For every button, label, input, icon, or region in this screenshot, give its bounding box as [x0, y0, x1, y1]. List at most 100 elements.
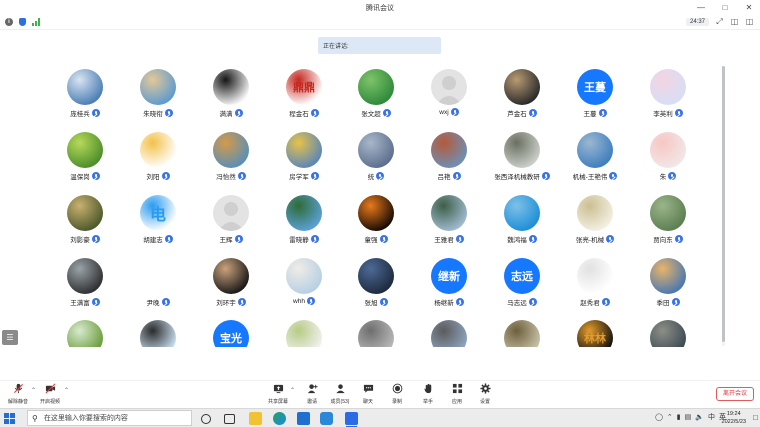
participant-tile[interactable]: 吕艳: [412, 131, 486, 191]
layout-grid-icon[interactable]: ◫: [730, 17, 739, 26]
members-button[interactable]: 成员(53): [325, 383, 355, 405]
avatar-text: 电: [149, 207, 166, 224]
notification-icon[interactable]: □: [753, 413, 758, 422]
participant-tile[interactable]: 张文超: [339, 68, 413, 128]
participant-tile[interactable]: 王辉: [194, 194, 268, 254]
participant-tile[interactable]: 机械-王艳伟: [558, 131, 632, 191]
participant-tile[interactable]: 王雅君: [412, 194, 486, 254]
participant-tile[interactable]: 张亮-机械: [558, 194, 632, 254]
fullscreen-icon[interactable]: ⤢: [715, 17, 724, 26]
shield-icon[interactable]: [19, 18, 26, 26]
task-view-icon[interactable]: [224, 414, 235, 424]
participant-tile[interactable]: [412, 319, 486, 347]
list-view-icon[interactable]: ☰: [2, 330, 18, 345]
avatar: [358, 69, 394, 105]
start-video-button[interactable]: 开启视频: [35, 383, 65, 405]
participant-tile[interactable]: [339, 319, 413, 347]
chat-button[interactable]: 聊天: [353, 383, 383, 405]
battery-icon[interactable]: ▮: [677, 413, 681, 421]
participant-tile[interactable]: 温保岗: [48, 131, 122, 191]
leave-meeting-button[interactable]: 离开会议: [716, 387, 754, 401]
chevron-up-icon[interactable]: ⌃: [667, 413, 673, 421]
mic-muted-icon: [306, 297, 315, 305]
participant-tile[interactable]: 张旭: [339, 257, 413, 317]
info-left: i: [5, 18, 40, 26]
raise-hand-button[interactable]: 举手: [413, 383, 443, 405]
chevron-up-icon[interactable]: ⌃: [64, 387, 69, 394]
meeting-info-icon[interactable]: i: [5, 18, 13, 26]
participant-tile[interactable]: 刘阳: [121, 131, 195, 191]
signal-icon[interactable]: [32, 18, 40, 26]
chevron-up-icon[interactable]: ⌃: [290, 387, 295, 394]
participant-tile[interactable]: 李英利: [631, 68, 705, 128]
file-explorer-icon[interactable]: [249, 412, 262, 425]
participant-tile[interactable]: 尹晚: [121, 257, 195, 317]
search-icon: ⚲: [32, 413, 38, 423]
participant-tile[interactable]: 宝光: [194, 319, 268, 347]
mic-muted-icon: [164, 109, 173, 117]
record-button[interactable]: 录制: [382, 383, 412, 405]
invite-button[interactable]: 邀请: [297, 383, 327, 405]
maximize-icon[interactable]: □: [720, 2, 730, 12]
participant-tile[interactable]: whh: [267, 257, 341, 317]
participant-tile[interactable]: 统: [339, 131, 413, 191]
mic-muted-icon: [528, 109, 537, 117]
participant-tile[interactable]: 电胡建志: [121, 194, 195, 254]
participant-name-row: 魏鸿福: [485, 234, 559, 244]
participant-tile[interactable]: 魏鸿福: [485, 194, 559, 254]
network-icon[interactable]: ▤: [685, 413, 692, 421]
taskbar-clock[interactable]: 19:24 2022/5/23: [722, 410, 746, 426]
ime-indicator[interactable]: 中: [708, 412, 715, 422]
taskbar-search-box[interactable]: ⚲ 在这里输入你要搜索的内容: [27, 410, 192, 426]
participant-tile[interactable]: 满满: [194, 68, 268, 128]
participant-tile[interactable]: 张西泽机械教研: [485, 131, 559, 191]
edge-browser-icon[interactable]: [273, 412, 286, 425]
participant-tile[interactable]: 林林: [558, 319, 632, 347]
tencent-meeting-taskbar-icon[interactable]: [345, 412, 358, 427]
participant-tile[interactable]: wxj: [412, 68, 486, 128]
participant-tile[interactable]: 朱: [631, 131, 705, 191]
participant-tile[interactable]: 雷晓静: [267, 194, 341, 254]
unmute-button[interactable]: 解除静音: [3, 383, 33, 405]
store-icon[interactable]: [320, 412, 333, 425]
participant-tile[interactable]: 朱晓衔: [121, 68, 195, 128]
participant-tile[interactable]: 王蔓 王蔓: [558, 68, 632, 128]
participant-tile[interactable]: [121, 319, 195, 347]
participant-tile[interactable]: [485, 319, 559, 347]
participant-tile[interactable]: 季田: [631, 257, 705, 317]
participant-tile[interactable]: 鼎鼎 程金石: [267, 68, 341, 128]
participant-tile[interactable]: 志远 马志远: [485, 257, 559, 317]
apps-button[interactable]: 应用: [442, 383, 472, 405]
windows-start-icon[interactable]: [4, 413, 15, 424]
participant-tile[interactable]: 刘影豪: [48, 194, 122, 254]
grid-scrollbar[interactable]: [722, 66, 725, 346]
participant-tile[interactable]: [48, 319, 122, 347]
minimize-icon[interactable]: —: [696, 2, 706, 12]
share-screen-button[interactable]: 共享屏幕: [263, 383, 293, 405]
scroll-thumb[interactable]: [722, 66, 725, 342]
participant-name-row: 雷晓静: [267, 234, 341, 244]
settings-button[interactable]: 设置: [470, 383, 500, 405]
participant-tile[interactable]: 王满富: [48, 257, 122, 317]
sidebar-toggle-icon[interactable]: ◫: [745, 17, 754, 26]
participant-tile[interactable]: 庞桂兵: [48, 68, 122, 128]
participant-tile[interactable]: [631, 319, 705, 347]
avatar: [650, 69, 686, 105]
participant-tile[interactable]: 芦金石: [485, 68, 559, 128]
participant-tile[interactable]: 赵秀君: [558, 257, 632, 317]
participant-tile[interactable]: 贾向东: [631, 194, 705, 254]
participant-tile[interactable]: 房学军: [267, 131, 341, 191]
participant-tile[interactable]: 继新 杨继新: [412, 257, 486, 317]
participant-tile[interactable]: 刘环宇: [194, 257, 268, 317]
avatar: [67, 69, 103, 105]
mail-icon[interactable]: [297, 412, 310, 425]
participant-tile[interactable]: 童强: [339, 194, 413, 254]
cortana-icon[interactable]: [201, 414, 211, 424]
volume-icon[interactable]: 🔈: [695, 413, 704, 421]
close-icon[interactable]: ✕: [744, 2, 754, 12]
mic-muted-icon: [541, 172, 550, 180]
participant-tile[interactable]: [267, 319, 341, 347]
apps-icon: [452, 383, 462, 394]
people-icon[interactable]: ◯: [655, 413, 663, 421]
participant-tile[interactable]: 冯怡然: [194, 131, 268, 191]
